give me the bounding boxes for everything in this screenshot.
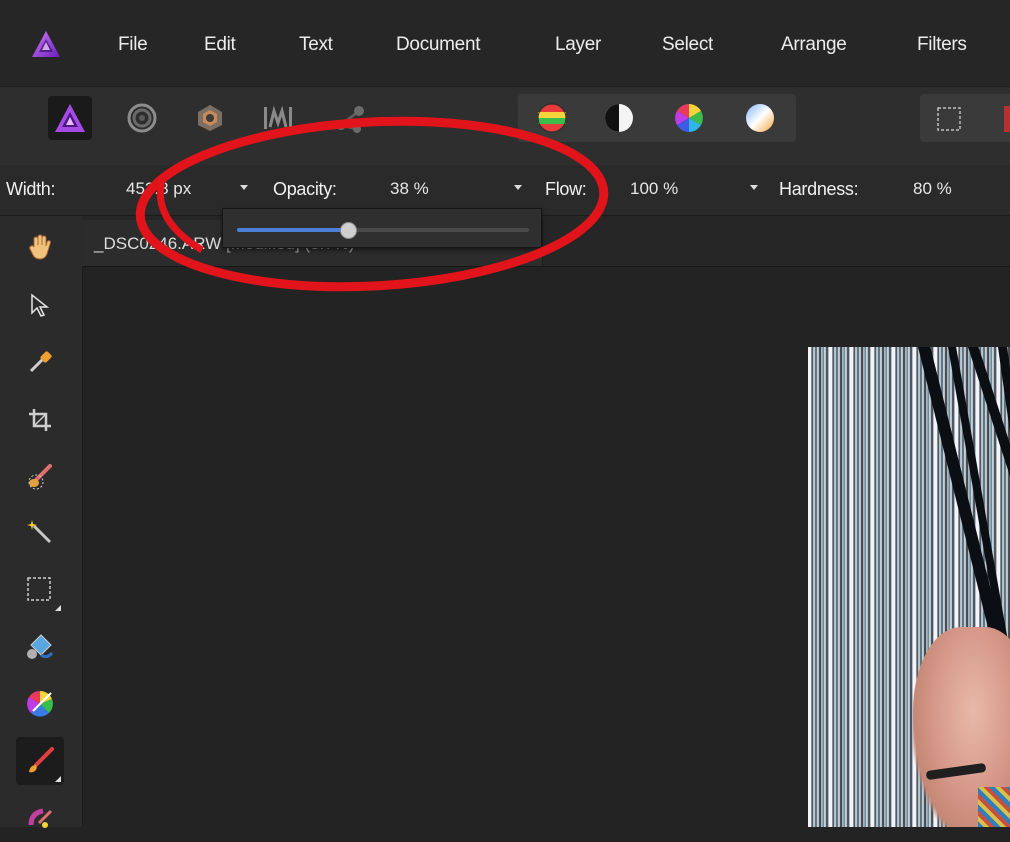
- paint-brush-tool[interactable]: [16, 737, 64, 785]
- flood-select-tool[interactable]: [16, 508, 64, 556]
- opacity-slider-fill: [237, 228, 348, 232]
- menu-bar: File Edit Text Document Layer Select Arr…: [0, 0, 1010, 86]
- paint-brush-icon: [29, 747, 54, 773]
- menu-filters[interactable]: Filters: [917, 34, 967, 56]
- crop-icon: [29, 409, 51, 431]
- tool-group-indicator: [55, 605, 61, 611]
- opacity-slider-thumb[interactable]: [339, 222, 357, 239]
- export-persona-icon: [336, 106, 364, 133]
- menu-layer[interactable]: Layer: [555, 34, 601, 56]
- black-white-adjustment-icon[interactable]: [603, 102, 635, 134]
- main-toolbar: [0, 86, 1010, 166]
- export-persona-button[interactable]: [328, 96, 372, 140]
- menu-text[interactable]: Text: [299, 34, 333, 56]
- rectangular-marquee-icon: [27, 577, 51, 601]
- menu-edit[interactable]: Edit: [204, 34, 236, 56]
- tone-mapping-persona-icon: [264, 105, 292, 129]
- crop-tool[interactable]: [16, 396, 64, 444]
- develop-persona-icon: [198, 105, 222, 131]
- photo-persona-icon: [55, 104, 85, 132]
- opacity-dropdown-icon[interactable]: [514, 185, 522, 190]
- flow-field[interactable]: 100 %: [630, 179, 678, 199]
- flood-fill-tool[interactable]: [16, 624, 64, 672]
- tool-group-indicator: [55, 776, 61, 782]
- canvas-area[interactable]: [83, 267, 1010, 827]
- flow-label: Flow:: [545, 179, 587, 199]
- document-image[interactable]: [808, 347, 1010, 827]
- menu-select[interactable]: Select: [662, 34, 713, 56]
- rect-selection-icon[interactable]: [936, 106, 962, 132]
- menu-file[interactable]: File: [118, 34, 148, 56]
- liquify-persona-button[interactable]: [120, 96, 164, 140]
- adjustments-group: [518, 94, 796, 142]
- hardness-label: Hardness:: [779, 179, 859, 199]
- tools-panel: [0, 216, 83, 828]
- photo-persona-button[interactable]: [48, 96, 92, 140]
- color-picker-tool[interactable]: [16, 338, 64, 386]
- selection-brush-icon: [28, 464, 52, 490]
- flow-dropdown-icon[interactable]: [750, 185, 758, 190]
- marquee-tool[interactable]: [16, 566, 64, 614]
- menu-arrange[interactable]: Arrange: [781, 34, 847, 56]
- hand-icon: [29, 234, 51, 260]
- selection-brush-tool[interactable]: [16, 452, 64, 500]
- width-dropdown-icon[interactable]: [240, 185, 248, 190]
- paint-bucket-icon: [27, 634, 54, 659]
- gradient-icon: [27, 690, 53, 717]
- tone-mapping-persona-button[interactable]: [256, 96, 300, 140]
- pointer-icon: [31, 293, 50, 317]
- document-name: _DSC0246.ARW: [94, 234, 222, 253]
- opacity-slider[interactable]: [237, 222, 529, 239]
- affinity-photo-logo-icon[interactable]: [31, 30, 61, 58]
- width-field[interactable]: 452.8 px: [126, 179, 191, 199]
- eyedropper-icon: [29, 351, 52, 373]
- move-tool[interactable]: [16, 282, 64, 330]
- dodge-brush-icon: [28, 808, 53, 828]
- dodge-brush-tool[interactable]: [16, 794, 64, 842]
- develop-persona-button[interactable]: [188, 96, 232, 140]
- opacity-label: Opacity:: [273, 179, 337, 199]
- selection-mode-group: [920, 94, 1010, 142]
- hardness-field[interactable]: 80 %: [913, 179, 952, 199]
- photo-bracelet: [978, 787, 1010, 827]
- gradient-tool[interactable]: [16, 680, 64, 728]
- opacity-slider-popup: [222, 208, 542, 248]
- magic-wand-icon: [27, 520, 52, 544]
- hsl-adjustment-icon[interactable]: [536, 102, 568, 134]
- opacity-field[interactable]: 38 %: [390, 179, 429, 199]
- white-balance-adjustment-icon[interactable]: [744, 102, 776, 134]
- menu-document[interactable]: Document: [396, 34, 481, 56]
- width-label: Width:: [6, 179, 56, 199]
- selection-mode-partial-icon[interactable]: [1004, 106, 1010, 132]
- color-wheel-adjustment-icon[interactable]: [673, 102, 705, 134]
- liquify-persona-icon: [127, 103, 157, 133]
- view-tool[interactable]: [16, 223, 64, 271]
